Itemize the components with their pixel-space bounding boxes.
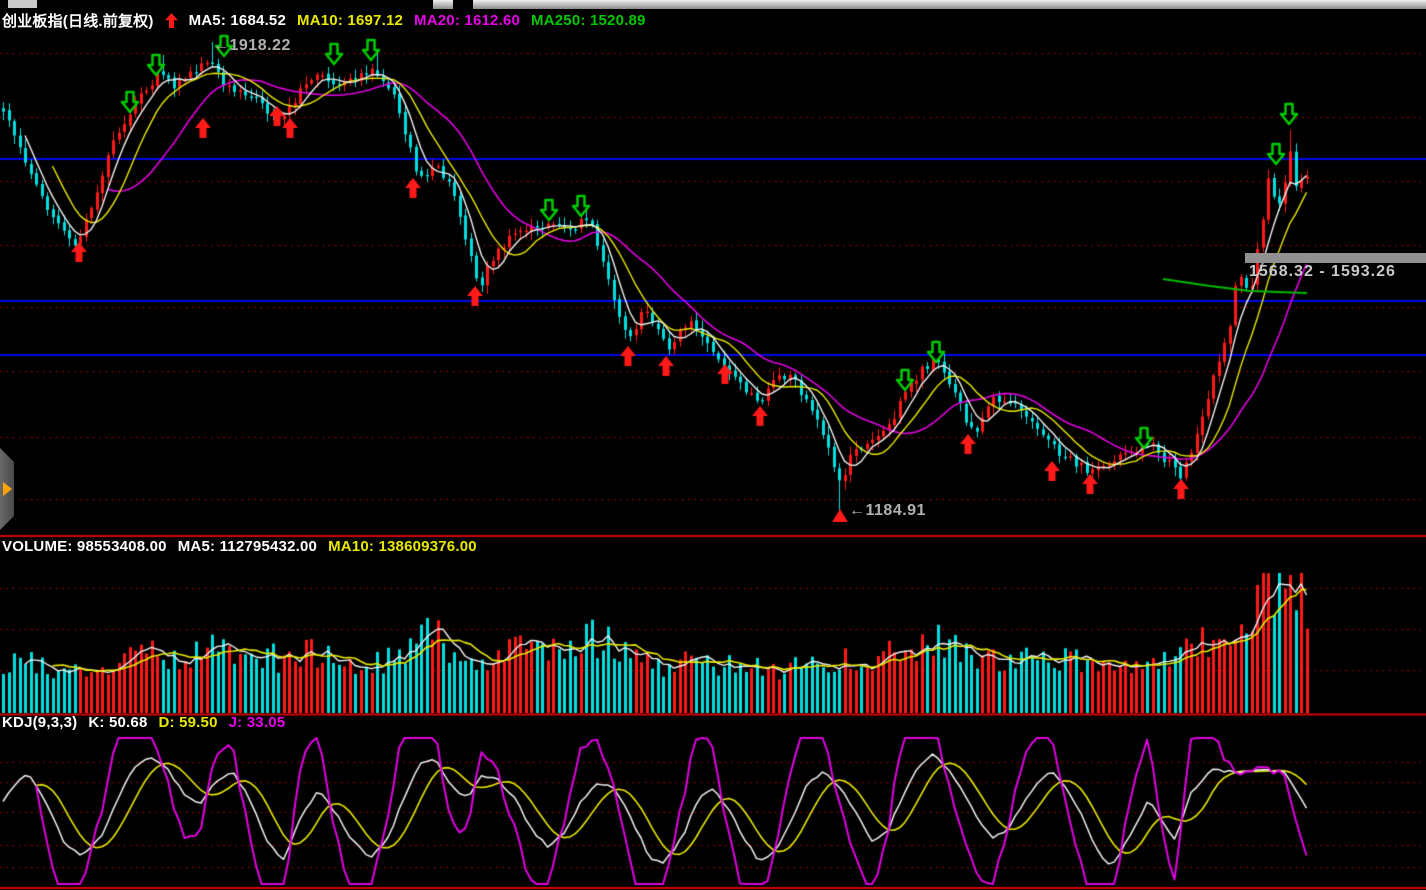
instrument-title: 创业板指(日线.前复权) bbox=[2, 10, 154, 31]
trading-app-window: 创业板指(日线.前复权) MA5: 1684.52 MA10: 1697.12 … bbox=[0, 0, 1426, 890]
top-scrollbar-segment[interactable] bbox=[433, 0, 453, 9]
kdj-j-value: J: 33.05 bbox=[229, 714, 286, 731]
kdj-k-value: K: 50.68 bbox=[88, 714, 147, 731]
top-scrollbar[interactable] bbox=[473, 0, 1426, 9]
kdj-d-value: D: 59.50 bbox=[159, 714, 218, 731]
price-range-tooltip: 1568.32 - 1593.26 bbox=[1249, 263, 1396, 281]
ma20-value: MA20: 1612.60 bbox=[414, 12, 520, 29]
trough-price-annotation: ←1184.91 bbox=[849, 502, 926, 520]
volume-ma10-value: MA10: 138609376.00 bbox=[328, 538, 477, 555]
volume-ma5-value: MA5: 112795432.00 bbox=[178, 538, 317, 555]
ma5-value: MA5: 1684.52 bbox=[189, 12, 286, 29]
peak-price-annotation: ←1918.22 bbox=[213, 37, 291, 55]
buy-signal-arrow-icon bbox=[165, 13, 178, 28]
expand-arrow-icon bbox=[3, 482, 12, 496]
window-tab bbox=[8, 0, 37, 8]
panel-expand-handle[interactable] bbox=[0, 448, 14, 530]
price-pane-header: 创业板指(日线.前复权) MA5: 1684.52 MA10: 1697.12 … bbox=[2, 10, 646, 31]
volume-pane-header: VOLUME: 98553408.00 MA5: 112795432.00 MA… bbox=[2, 538, 477, 555]
kdj-indicator-label: KDJ(9,3,3) bbox=[2, 714, 77, 731]
chart-canvas[interactable] bbox=[0, 0, 1426, 890]
kdj-pane-header: KDJ(9,3,3) K: 50.68 D: 59.50 J: 33.05 bbox=[2, 714, 285, 731]
volume-value: VOLUME: 98553408.00 bbox=[2, 538, 167, 555]
ma250-value: MA250: 1520.89 bbox=[531, 12, 646, 29]
ma10-value: MA10: 1697.12 bbox=[297, 12, 403, 29]
price-range-tooltip-bar bbox=[1245, 253, 1426, 263]
